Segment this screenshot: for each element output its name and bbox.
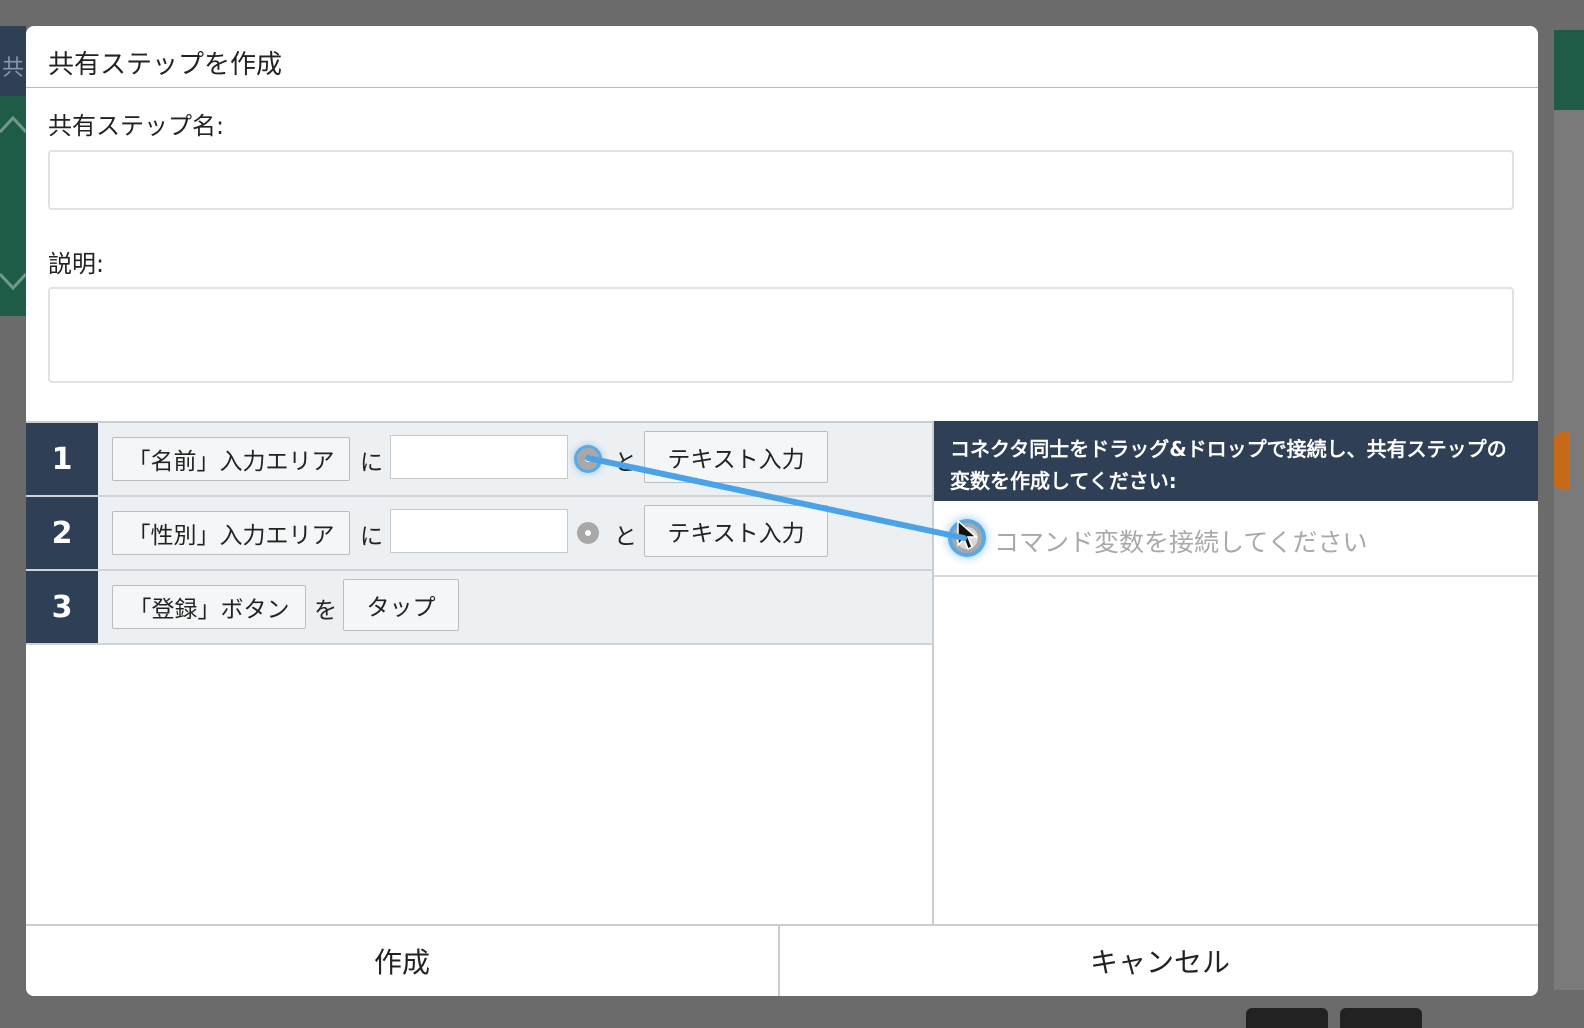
step-number: 3 <box>26 571 98 643</box>
background-orange-tab <box>1554 432 1570 490</box>
background-right-panel <box>1554 110 1584 990</box>
step-particle: と <box>614 524 637 550</box>
step-particle: に <box>360 524 383 550</box>
background-bottom-button <box>1246 1008 1328 1028</box>
shared-variables-panel: コネクタ同士をドラッグ&ドロップで接続し、共有ステップの変数を作成してください:… <box>932 421 1538 926</box>
step-command-chip[interactable]: テキスト入力 <box>644 431 828 483</box>
step-number: 2 <box>26 497 98 569</box>
mouse-cursor-icon <box>957 519 978 551</box>
background-scroll-panel <box>0 96 26 316</box>
connector-dot-icon[interactable] <box>577 448 599 470</box>
step-target-chip[interactable]: 「性別」入力エリア <box>112 511 350 555</box>
background-bottom-button <box>1340 1008 1422 1028</box>
step-particle: を <box>314 598 337 624</box>
step-number: 1 <box>26 423 98 495</box>
shared-step-name-input[interactable] <box>48 150 1514 210</box>
background-header-fragment: 共 <box>0 26 26 96</box>
background-right-header <box>1554 30 1584 110</box>
step-value-input[interactable] <box>390 435 568 479</box>
step-list: 1 「名前」入力エリア に と テキスト入力 2 「性別」入力エリア に と テ… <box>26 421 932 928</box>
step-particle: と <box>614 450 637 476</box>
variable-drop-row[interactable]: コマンド変数を接続してください <box>934 501 1538 577</box>
create-button[interactable]: 作成 <box>26 926 780 996</box>
step-row: 2 「性別」入力エリア に と テキスト入力 <box>26 497 932 571</box>
dialog-title: 共有ステップを作成 <box>26 26 1538 88</box>
step-value-input[interactable] <box>390 509 568 553</box>
chevron-up-icon <box>0 115 26 291</box>
description-textarea[interactable] <box>48 287 1514 383</box>
step-target-chip[interactable]: 「登録」ボタン <box>112 585 306 629</box>
create-shared-step-dialog: 共有ステップを作成 共有ステップ名: 説明: 1 「名前」入力エリア に と テ… <box>26 26 1538 996</box>
variables-instruction: コネクタ同士をドラッグ&ドロップで接続し、共有ステップの変数を作成してください: <box>934 421 1538 501</box>
step-command-chip[interactable]: タップ <box>343 579 459 631</box>
step-row: 3 「登録」ボタン を タップ <box>26 571 932 645</box>
dialog-footer: 作成 キャンセル <box>26 924 1538 996</box>
shared-step-name-label: 共有ステップ名: <box>48 112 225 140</box>
step-target-chip[interactable]: 「名前」入力エリア <box>112 437 350 481</box>
step-particle: に <box>360 450 383 476</box>
step-command-chip[interactable]: テキスト入力 <box>644 505 828 557</box>
description-label: 説明: <box>48 250 105 278</box>
variable-placeholder: コマンド変数を接続してください <box>994 528 1368 557</box>
step-row: 1 「名前」入力エリア に と テキスト入力 <box>26 423 932 497</box>
cancel-button[interactable]: キャンセル <box>782 926 1538 996</box>
connector-dot-icon[interactable] <box>577 522 599 544</box>
background-bottom-bar <box>0 996 1584 1028</box>
